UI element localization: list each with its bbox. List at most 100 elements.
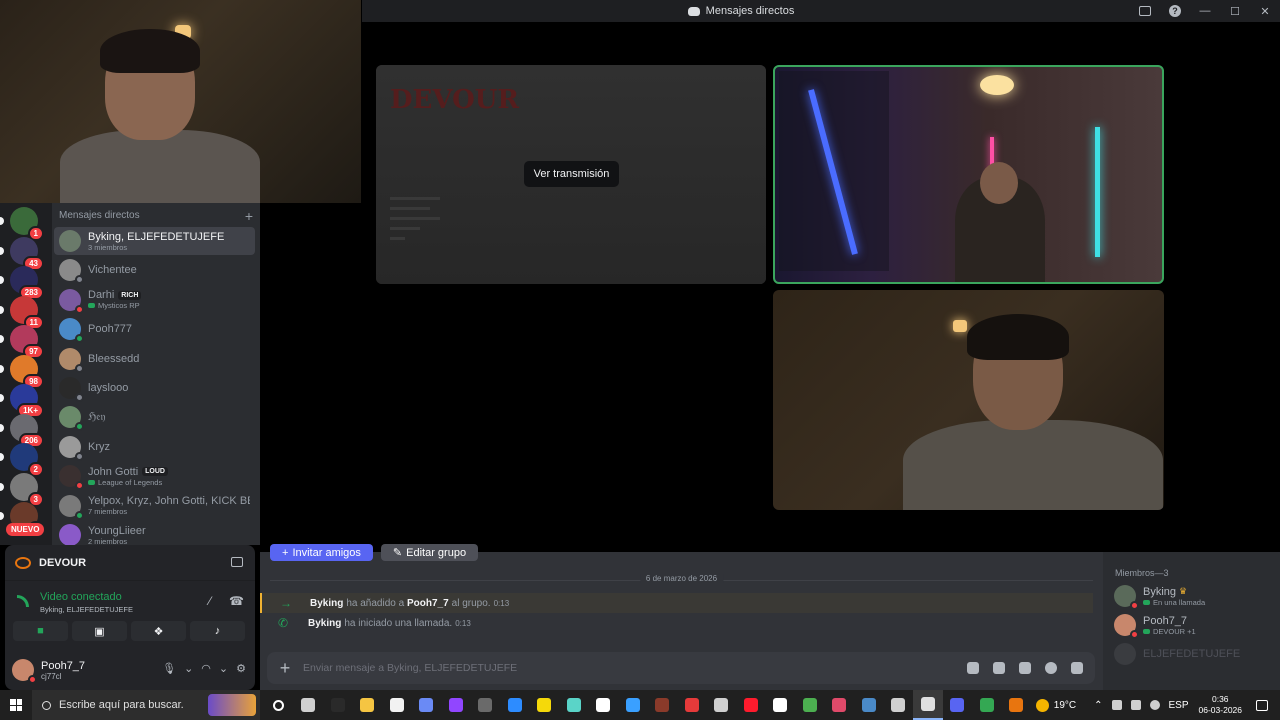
emoji-icon[interactable] — [1045, 662, 1057, 674]
server-icon[interactable]: 1 — [10, 207, 44, 241]
taskbar-app-cortana[interactable] — [264, 690, 294, 720]
dm-item[interactable]: Darhi RICH Mysticos RP — [54, 286, 255, 314]
taskbar-app-app-mail[interactable] — [677, 690, 707, 720]
screen-share-button[interactable]: ▣ — [72, 621, 127, 641]
taskbar-app-capcut[interactable] — [589, 690, 619, 720]
server-icon[interactable]: 206 — [10, 413, 44, 448]
dm-item[interactable]: Byking, ELJEFEDETUJEFE 3 miembros — [54, 227, 255, 255]
dm-item[interactable]: Kryz — [54, 433, 255, 461]
signal-icon[interactable] — [17, 595, 29, 607]
volume-icon[interactable] — [1130, 700, 1141, 710]
attach-plus-icon[interactable]: + — [267, 658, 303, 679]
chevron-down-icon[interactable]: ⌄ — [184, 662, 193, 675]
apps-icon[interactable] — [1071, 662, 1083, 674]
dm-item[interactable]: Yelpox, Kryz, John Gotti, KICK BE... 7 mi… — [54, 492, 255, 520]
language-indicator[interactable]: ESP — [1169, 700, 1189, 711]
notification-icon[interactable] — [1256, 699, 1268, 711]
taskbar-app-app-dark[interactable] — [323, 690, 353, 720]
sticker-icon[interactable] — [1019, 662, 1031, 674]
connection-channel[interactable]: Byking, ELJEFEDETUJEFE — [40, 605, 133, 614]
server-icon[interactable]: 283 — [10, 266, 44, 300]
taskbar-app-app-red[interactable] — [648, 690, 678, 720]
chevron-down-icon[interactable]: ⌄ — [219, 662, 228, 675]
message-target[interactable]: Pooh7_7 — [407, 598, 449, 609]
watch-stream-button[interactable]: Ver transmisión — [524, 161, 619, 187]
video-tile-pooh[interactable] — [773, 290, 1164, 510]
member-item[interactable]: Pooh7_7 DEVOUR +1 — [1114, 612, 1274, 639]
taskbar-app-notepad[interactable] — [382, 690, 412, 720]
taskbar-search[interactable]: Escribe aquí para buscar. — [32, 690, 260, 720]
noise-suppression-icon[interactable]: ⁄ — [203, 594, 217, 608]
member-item[interactable]: ELJEFEDETUJEFE — [1114, 641, 1274, 667]
server-icon[interactable]: 98 — [10, 354, 44, 389]
taskbar-app-sticky-notes[interactable] — [530, 690, 560, 720]
server-icon[interactable]: 2 — [10, 443, 44, 477]
member-item[interactable]: Byking ♛ En una llamada — [1114, 583, 1274, 610]
dm-item[interactable]: Pooh777 — [54, 315, 255, 344]
weather-widget[interactable]: 19°C — [1035, 698, 1076, 712]
camera-button[interactable]: ■ — [13, 621, 68, 641]
dm-item[interactable]: Bleessedd — [54, 345, 255, 373]
server-icon[interactable]: 11 — [10, 295, 44, 330]
create-dm-icon[interactable]: + — [245, 209, 253, 224]
dm-name-text: ℌ𝔢𝔶 — [88, 411, 106, 424]
taskbar-app-file-explorer[interactable] — [353, 690, 383, 720]
close-button[interactable]: ✕ — [1250, 5, 1280, 18]
soundboard-button[interactable]: ♪ — [190, 621, 245, 641]
taskbar-app-steam[interactable] — [854, 690, 884, 720]
headphones-icon[interactable]: ◠ — [201, 662, 211, 675]
taskbar-app-opera[interactable] — [736, 690, 766, 720]
taskbar-app-devour[interactable] — [1002, 690, 1032, 720]
taskbar-app-app-blue[interactable] — [618, 690, 648, 720]
dm-item[interactable]: Vichentee — [54, 256, 255, 285]
taskbar-app-app-a[interactable] — [825, 690, 855, 720]
taskbar-app-tiktok[interactable] — [766, 690, 796, 720]
taskbar-app-obs[interactable] — [913, 690, 943, 720]
popout-icon[interactable] — [231, 557, 243, 567]
minimize-button[interactable]: — — [1190, 5, 1220, 17]
activity-bar[interactable]: DEVOUR — [5, 545, 255, 581]
message-input-placeholder[interactable]: Enviar mensaje a Byking, ELJEFEDETUJEFE — [303, 662, 967, 674]
help-icon[interactable]: ? — [1169, 5, 1181, 17]
gear-icon[interactable]: ⚙ — [236, 662, 246, 675]
activities-button[interactable]: ❖ — [131, 621, 186, 641]
taskbar-app-chrome[interactable] — [972, 690, 1002, 720]
server-icon[interactable]: 1K+ — [10, 384, 44, 418]
taskbar-app-minecraft[interactable] — [795, 690, 825, 720]
connection-status[interactable]: Video conectado — [40, 591, 122, 603]
taskbar-app-app-teal[interactable] — [559, 690, 589, 720]
user-avatar[interactable] — [12, 659, 37, 684]
message-actor[interactable]: Byking — [310, 598, 343, 609]
taskbar-app-settings[interactable] — [707, 690, 737, 720]
server-icon[interactable]: 3 — [10, 472, 44, 507]
taskbar-app-discord[interactable] — [943, 690, 973, 720]
start-button[interactable] — [0, 690, 32, 720]
taskbar-app-app-c[interactable] — [884, 690, 914, 720]
network-icon[interactable] — [1111, 700, 1122, 710]
taskbar-app-folder-dark[interactable] — [471, 690, 501, 720]
dm-item[interactable]: John Gotti LOUD League of Legends — [54, 462, 255, 491]
chevron-up-icon[interactable]: ⌃ — [1094, 700, 1102, 711]
microphone-icon[interactable]: 🎙︎ — [162, 662, 176, 675]
taskbar-app-copilot[interactable] — [412, 690, 442, 720]
edit-group-button[interactable]: ✎ Editar grupo — [380, 544, 479, 561]
message-input[interactable]: + Enviar mensaje a Byking, ELJEFEDETUJEF… — [267, 652, 1095, 684]
dm-item[interactable]: layslooo — [54, 374, 255, 402]
video-tile-byking[interactable] — [773, 65, 1164, 284]
server-icon[interactable]: 97 — [10, 325, 44, 359]
message-actor[interactable]: Byking — [308, 618, 341, 629]
gift-icon[interactable] — [967, 662, 979, 674]
invite-friends-button[interactable]: + Invitar amigos — [270, 544, 373, 561]
server-icon[interactable]: 43 — [10, 236, 44, 271]
gif-icon[interactable] — [993, 662, 1005, 674]
inbox-icon[interactable] — [1139, 6, 1151, 16]
disconnect-icon[interactable]: ☎ — [229, 594, 244, 608]
globe-icon[interactable] — [1149, 700, 1160, 710]
taskbar-app-task-view[interactable] — [294, 690, 324, 720]
taskbar-app-twitch[interactable] — [441, 690, 471, 720]
dm-item[interactable]: ℌ𝔢𝔶 — [54, 403, 255, 432]
taskbar-app-zoom[interactable] — [500, 690, 530, 720]
user-panel[interactable]: Pooh7_7 cj77cl 🎙︎ ⌄ ◠ ⌄ ⚙ — [12, 655, 252, 685]
maximize-button[interactable]: ☐ — [1220, 5, 1250, 18]
clock[interactable]: 0:36 06-03-2026 — [1199, 694, 1242, 716]
